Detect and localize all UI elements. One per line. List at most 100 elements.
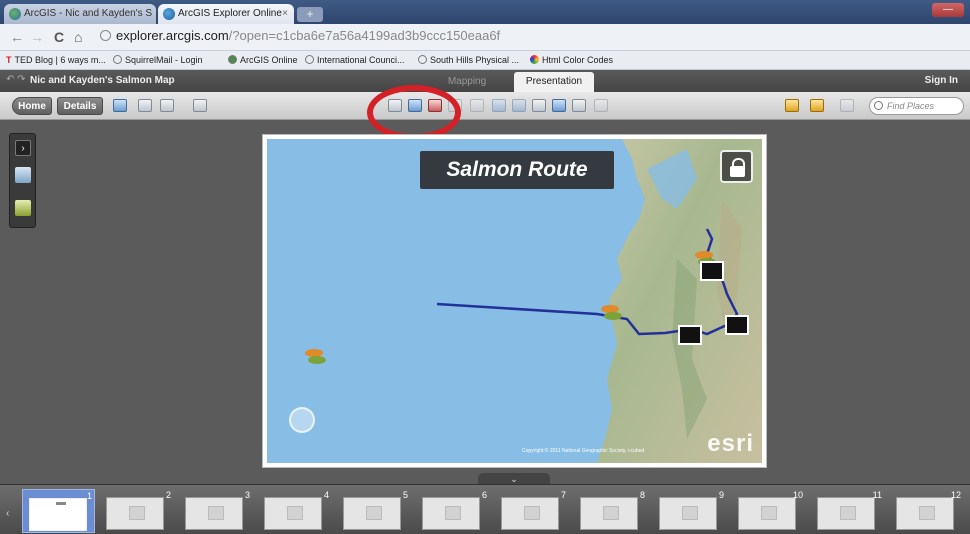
previous-slide-icon[interactable] <box>492 99 506 112</box>
dam-marker-icon[interactable] <box>678 325 702 345</box>
slide-thumbnail[interactable]: 7 <box>495 489 568 533</box>
slide-title-bar <box>56 502 66 505</box>
map-name: Nic and Kayden's Salmon Map <box>30 75 175 86</box>
red-highlight-circle <box>367 85 461 140</box>
bookmark-squirrelmail[interactable]: SquirrelMail - Login <box>113 55 203 65</box>
navigation-compass-icon[interactable] <box>289 407 315 433</box>
salmon-marker-icon[interactable] <box>303 347 327 365</box>
bookmark-international-council[interactable]: International Counci... <box>305 55 405 65</box>
map-view[interactable]: Salmon Route Copyright:© 2011 National G… <box>267 139 762 463</box>
slide-preview <box>29 498 87 531</box>
slide-preview <box>501 497 559 530</box>
slide-number: 2 <box>165 490 171 500</box>
slide-number: 8 <box>639 490 645 500</box>
page-icon <box>113 55 122 64</box>
url-field[interactable]: explorer.arcgis.com/?open=c1cba6e7a56a41… <box>100 28 500 43</box>
undo-redo-icon[interactable]: ↶ ↷ <box>6 74 26 85</box>
layers-icon[interactable] <box>840 99 854 112</box>
expand-panel-icon[interactable]: › <box>15 140 31 156</box>
slide-thumbnail[interactable]: 8 <box>574 489 647 533</box>
search-placeholder: Find Places <box>887 101 935 111</box>
map-title: Salmon Route <box>420 151 614 189</box>
save-icon[interactable] <box>113 99 127 112</box>
reload-icon[interactable]: C <box>54 29 64 45</box>
map-slide-frame: Salmon Route Copyright:© 2011 National G… <box>262 134 767 468</box>
next-slide-icon[interactable] <box>512 99 526 112</box>
slide-number: 11 <box>872 490 882 500</box>
add-content-icon[interactable] <box>810 99 824 112</box>
slide-number: 5 <box>402 490 408 500</box>
transition-icon[interactable] <box>572 99 586 112</box>
home-button[interactable]: Home <box>12 97 52 115</box>
slide-thumbnail[interactable]: 5 <box>337 489 410 533</box>
bookmark-ted-blog[interactable]: T TED Blog | 6 ways m... <box>6 55 106 65</box>
slide-number: 10 <box>792 490 803 500</box>
image-placeholder-icon <box>682 506 698 520</box>
contents-icon[interactable] <box>15 167 31 183</box>
slide-thumbnail[interactable]: 12 <box>890 489 963 533</box>
lock-icon[interactable] <box>720 150 753 183</box>
image-placeholder-icon <box>366 506 382 520</box>
popup-icon[interactable] <box>594 99 608 112</box>
bookmark-arcgis-online[interactable]: ArcGIS Online <box>228 55 298 65</box>
image-placeholder-icon <box>761 506 777 520</box>
slide-number: 7 <box>560 490 566 500</box>
slide-thumbnail[interactable]: 2 <box>100 489 173 533</box>
arcgis-explorer-favicon-icon <box>163 8 175 20</box>
image-placeholder-icon <box>603 506 619 520</box>
slide-preview <box>422 497 480 530</box>
window-minimize-button[interactable]: — <box>932 3 964 17</box>
arcgis-icon <box>228 55 237 64</box>
slide-layout-icon[interactable] <box>552 99 566 112</box>
sign-in-link[interactable]: Sign In <box>925 75 958 86</box>
bookmark-south-hills-physical[interactable]: South Hills Physical ... <box>418 55 519 65</box>
slide-number: 6 <box>481 490 487 500</box>
notes-icon[interactable] <box>15 200 31 216</box>
browser-tab-explorer-online[interactable]: ArcGIS Explorer Online × <box>158 4 294 24</box>
address-bar: ← → C ⌂ explorer.arcgis.com/?open=c1cba6… <box>0 24 970 51</box>
slide-number: 4 <box>323 490 329 500</box>
new-tab-button[interactable]: + <box>297 7 323 22</box>
slide-preview <box>738 497 796 530</box>
tab-presentation[interactable]: Presentation <box>514 72 594 92</box>
measure-icon[interactable] <box>193 99 207 112</box>
slide-thumbnail[interactable]: 6 <box>416 489 489 533</box>
slide-thumbnail[interactable]: 10 <box>732 489 805 533</box>
bookmark-html-color-codes[interactable]: Html Color Codes <box>530 55 613 65</box>
slide-thumbnail[interactable]: 9 <box>653 489 726 533</box>
globe-icon <box>100 30 111 41</box>
details-button[interactable]: Details <box>57 97 103 115</box>
salmon-marker-icon[interactable] <box>599 303 623 321</box>
scroll-left-icon[interactable]: ‹ <box>6 508 9 519</box>
browser-tab-arcgis-map[interactable]: ArcGIS - Nic and Kayden's S <box>4 4 156 24</box>
home-icon[interactable]: ⌂ <box>74 29 82 45</box>
slide-preview <box>343 497 401 530</box>
dam-marker-icon[interactable] <box>700 261 724 281</box>
arcgis-favicon-icon <box>9 8 21 20</box>
find-places-input[interactable]: Find Places <box>869 97 964 115</box>
slide-thumbnail[interactable]: 4 <box>258 489 331 533</box>
forward-arrow-icon[interactable]: → <box>30 29 44 45</box>
play-presentation-icon[interactable] <box>532 99 546 112</box>
slide-preview <box>106 497 164 530</box>
slide-thumbnail[interactable]: 3 <box>179 489 252 533</box>
image-placeholder-icon <box>129 506 145 520</box>
back-arrow-icon[interactable]: ← <box>10 29 24 45</box>
browser-tab-strip: ArcGIS - Nic and Kayden's S ArcGIS Explo… <box>0 0 970 24</box>
close-tab-icon[interactable]: × <box>282 4 288 24</box>
screen: ArcGIS - Nic and Kayden's S ArcGIS Explo… <box>0 0 970 534</box>
print-icon[interactable] <box>138 99 152 112</box>
slide-strip: ‹ 1 2 3 4 5 6 7 8 9 10 11 12 <box>0 484 970 534</box>
tab-label: ArcGIS Explorer Online <box>178 8 282 19</box>
share-icon[interactable] <box>160 99 174 112</box>
dam-marker-icon[interactable] <box>725 315 749 335</box>
basemap-icon[interactable] <box>785 99 799 112</box>
page-icon <box>418 55 427 64</box>
image-placeholder-icon <box>445 506 461 520</box>
slide-thumbnail[interactable]: 1 <box>22 489 95 533</box>
tab-label: ArcGIS - Nic and Kayden's S <box>24 8 153 19</box>
slide-thumbnail[interactable]: 11 <box>811 489 884 533</box>
slide-properties-icon[interactable] <box>470 99 484 112</box>
color-wheel-icon <box>530 55 539 64</box>
bookmarks-bar: T TED Blog | 6 ways m... SquirrelMail - L… <box>0 51 970 70</box>
